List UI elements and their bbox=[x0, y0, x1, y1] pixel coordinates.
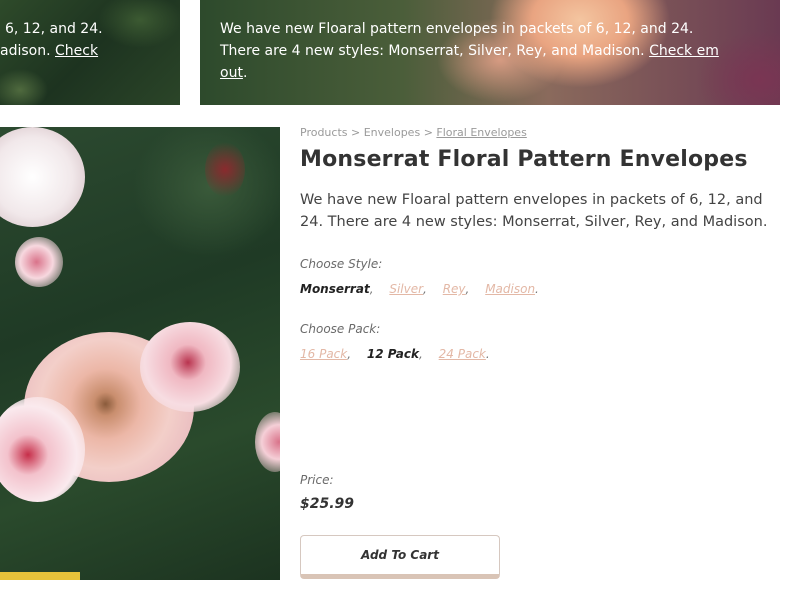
style-option-silver[interactable]: Silver bbox=[389, 282, 423, 296]
breadcrumb-item-current[interactable]: Floral Envelopes bbox=[436, 126, 526, 139]
product-description: We have new Floaral pattern envelopes in… bbox=[300, 192, 768, 230]
page-title: Monserrat Floral Pattern Envelopes bbox=[300, 147, 748, 172]
banner-left-check-link[interactable]: Check bbox=[55, 43, 98, 59]
pack-label: Choose Pack: bbox=[300, 322, 381, 336]
flower-shape bbox=[255, 412, 280, 472]
style-option-rey[interactable]: Rey bbox=[443, 282, 466, 296]
style-option-madison[interactable]: Madison bbox=[485, 282, 535, 296]
flower-shape bbox=[15, 237, 63, 287]
pack-options: 16 Pack, 12 Pack, 24 Pack. bbox=[300, 347, 490, 361]
breadcrumb-separator: > bbox=[423, 126, 433, 139]
pack-option-16[interactable]: 16 Pack bbox=[300, 347, 347, 361]
product-image bbox=[0, 127, 280, 580]
breadcrumb: Products > Envelopes > Floral Envelopes bbox=[300, 126, 527, 139]
price-value: $25.99 bbox=[300, 496, 355, 512]
style-option-monserrat[interactable]: Monserrat bbox=[300, 282, 370, 296]
banner-card-right[interactable]: We have new Floaral pattern envelopes in… bbox=[200, 0, 780, 105]
flower-shape bbox=[205, 142, 245, 197]
breadcrumb-item-products[interactable]: Products bbox=[300, 126, 348, 139]
flower-shape bbox=[0, 127, 85, 227]
breadcrumb-item-envelopes[interactable]: Envelopes bbox=[364, 126, 420, 139]
banner-left-text-prefix: adison. bbox=[0, 43, 51, 59]
image-yellow-strip bbox=[0, 572, 80, 580]
flower-shape bbox=[140, 322, 240, 412]
banner-left-text-line2: adison. Check bbox=[0, 43, 98, 59]
style-options: Monserrat, Silver, Rey, Madison. bbox=[300, 282, 539, 296]
breadcrumb-separator: > bbox=[351, 126, 361, 139]
pack-option-24[interactable]: 24 Pack bbox=[439, 347, 486, 361]
banner-left-text-line1: 6, 12, and 24. bbox=[5, 21, 103, 37]
style-label: Choose Style: bbox=[300, 257, 383, 271]
banner-card-left[interactable]: 6, 12, and 24. adison. Check bbox=[0, 0, 180, 105]
add-to-cart-button[interactable]: Add To Cart bbox=[300, 535, 500, 579]
pack-option-12[interactable]: 12 Pack bbox=[367, 347, 419, 361]
banner-right-text: We have new Floaral pattern envelopes in… bbox=[220, 21, 694, 59]
banner-right-description: We have new Floaral pattern envelopes in… bbox=[220, 21, 719, 81]
flower-shape bbox=[0, 397, 85, 502]
price-label: Price: bbox=[300, 473, 334, 487]
